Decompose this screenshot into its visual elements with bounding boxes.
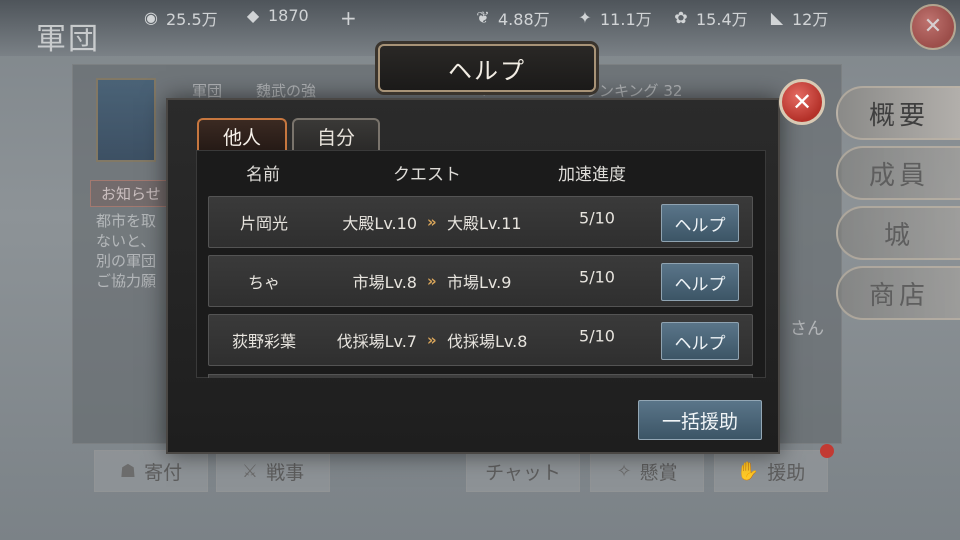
button-label: チャット bbox=[485, 461, 561, 484]
button-label: 懸賞 bbox=[639, 461, 678, 484]
requester-name: 荻野彩葉 bbox=[231, 332, 296, 351]
chat-button[interactable]: チャット bbox=[466, 450, 580, 492]
coin-icon: ◉ bbox=[144, 8, 158, 27]
donate-button[interactable]: ☗ 寄付 bbox=[94, 450, 208, 492]
column-header-name: 名前 bbox=[246, 165, 280, 185]
side-tab-members[interactable]: 成員 bbox=[836, 146, 960, 200]
assist-all-button[interactable]: 一括援助 bbox=[638, 400, 762, 440]
resource-value: 11.1万 bbox=[600, 10, 652, 29]
resource-value: 4.88万 bbox=[498, 10, 550, 29]
speedup-progress: 5/10 bbox=[579, 208, 615, 228]
partial-text: さん bbox=[790, 319, 824, 339]
double-arrow-icon: » bbox=[427, 331, 437, 349]
column-header-quest: クエスト bbox=[393, 165, 461, 185]
tab-others[interactable]: 他人 bbox=[197, 118, 287, 152]
notice-line: ないと、 bbox=[96, 232, 156, 250]
legion-banner-icon bbox=[96, 78, 156, 162]
quest-to: 市場Lv.9 bbox=[447, 273, 512, 292]
tab-self[interactable]: 自分 bbox=[292, 118, 380, 152]
resource-iron: ◣ 12万 bbox=[768, 6, 829, 30]
help-button[interactable]: ヘルプ bbox=[661, 204, 739, 242]
assist-button[interactable]: ✋ 援助 bbox=[714, 450, 828, 492]
bounty-button[interactable]: ✧ 懸賞 bbox=[590, 450, 704, 492]
resource-coin: ◉ 25.5万 bbox=[142, 6, 218, 30]
close-icon: ✕ bbox=[791, 88, 813, 116]
double-arrow-icon: » bbox=[427, 272, 437, 290]
quest-from: 市場Lv.8 bbox=[352, 273, 417, 292]
resource-value: 15.4万 bbox=[696, 10, 748, 29]
quest-from: 大殿Lv.10 bbox=[342, 214, 417, 233]
requester-name: 片岡光 bbox=[239, 214, 288, 233]
food-icon: ❦ bbox=[476, 8, 490, 27]
side-tab-shop[interactable]: 商店 bbox=[836, 266, 960, 320]
stone-icon: ✿ bbox=[674, 8, 688, 27]
resource-value: 1870 bbox=[268, 6, 309, 25]
screen-close-button[interactable]: ✕ bbox=[910, 4, 956, 50]
screen-title: 軍団 bbox=[36, 22, 100, 57]
side-tab-overview[interactable]: 概要 bbox=[836, 86, 960, 140]
help-request-row-partial bbox=[208, 374, 753, 378]
resource-stone: ✿ 15.4万 bbox=[672, 6, 748, 30]
help-button[interactable]: ヘルプ bbox=[661, 322, 739, 360]
wood-icon: ✦ bbox=[578, 8, 592, 27]
help-button[interactable]: ヘルプ bbox=[661, 263, 739, 301]
button-label: 寄付 bbox=[144, 461, 183, 484]
resource-gem: ◆ 1870 bbox=[244, 6, 309, 25]
quest-to: 大殿Lv.11 bbox=[447, 214, 522, 233]
help-request-row: 片岡光 大殿Lv.10 » 大殿Lv.11 5/10 ヘルプ bbox=[208, 196, 753, 248]
resource-value: 25.5万 bbox=[166, 10, 218, 29]
button-label: 援助 bbox=[767, 461, 806, 484]
battle-icon: ⚔ bbox=[241, 460, 259, 482]
requester-name: ちゃ bbox=[247, 273, 280, 292]
iron-icon: ◣ bbox=[770, 8, 784, 27]
resource-value: 12万 bbox=[792, 10, 829, 29]
plus-icon: + bbox=[340, 6, 357, 30]
dialog-title: ヘルプ bbox=[378, 44, 596, 92]
resource-wood: ✦ 11.1万 bbox=[576, 6, 652, 30]
speedup-progress: 5/10 bbox=[579, 267, 615, 287]
notice-line: 別の軍団 bbox=[96, 252, 157, 270]
quest-to: 伐採場Lv.8 bbox=[447, 332, 528, 351]
speedup-progress: 5/10 bbox=[579, 326, 615, 346]
double-arrow-icon: » bbox=[427, 213, 437, 231]
notice-badge: お知らせ bbox=[90, 180, 172, 207]
dialog-close-button[interactable]: ✕ bbox=[779, 79, 825, 125]
button-label: 戦事 bbox=[266, 461, 305, 484]
close-icon: ✕ bbox=[923, 14, 943, 39]
assist-icon: ✋ bbox=[736, 460, 760, 482]
quest-from: 伐採場Lv.7 bbox=[336, 332, 417, 351]
battle-button[interactable]: ⚔ 戦事 bbox=[216, 450, 330, 492]
bounty-icon: ✧ bbox=[616, 460, 632, 482]
help-request-row: ちゃ 市場Lv.8 » 市場Lv.9 5/10 ヘルプ bbox=[208, 255, 753, 307]
notice-line: 都市を取 bbox=[96, 212, 157, 230]
gem-icon: ◆ bbox=[246, 5, 260, 25]
resource-food: ❦ 4.88万 bbox=[474, 6, 550, 30]
donate-icon: ☗ bbox=[119, 460, 137, 482]
add-gem-button[interactable]: + bbox=[340, 6, 357, 30]
notice-line: ご協力願 bbox=[96, 272, 157, 290]
help-request-row: 荻野彩葉 伐採場Lv.7 » 伐採場Lv.8 5/10 ヘルプ bbox=[208, 314, 753, 366]
side-tab-city[interactable]: 城 bbox=[836, 206, 960, 260]
column-header-progress: 加速進度 bbox=[558, 165, 626, 185]
notification-dot bbox=[820, 444, 834, 458]
